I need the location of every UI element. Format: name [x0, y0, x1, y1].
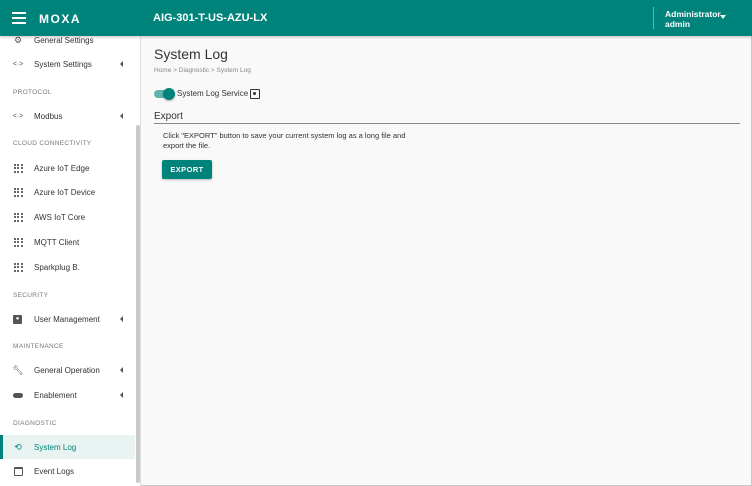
grid-icon — [13, 163, 23, 173]
grid-icon — [13, 237, 23, 247]
sidebar-item-label: Sparkplug B. — [34, 262, 80, 272]
sidebar-item-system-settings[interactable]: <·> System Settings — [0, 52, 135, 76]
sidebar-scrollbar[interactable] — [136, 125, 140, 483]
sidebar-item-general-settings[interactable]: ⚙ General Settings — [0, 36, 135, 52]
wrench-icon: 🔧︎ — [12, 364, 24, 375]
grid-icon — [13, 187, 23, 197]
top-bar: MOXA AIG-301-T-US-AZU-LX Administrator a… — [0, 0, 752, 36]
sidebar-item-label: Azure IoT Edge — [34, 163, 90, 173]
sidebar-item-label: General Operation — [34, 365, 100, 375]
export-section-title: Export — [154, 111, 183, 122]
section-header-diagnostic: DIAGNOSTIC — [13, 420, 57, 427]
calendar-icon — [13, 466, 23, 476]
user-divider — [653, 7, 654, 29]
user-role: Administrator — [665, 9, 721, 19]
sidebar-item-azure-iot-device[interactable]: Azure IoT Device — [0, 180, 135, 204]
sidebar-item-azure-iot-edge[interactable]: Azure IoT Edge — [0, 156, 135, 180]
user-badge-icon: ● — [13, 314, 22, 324]
export-button[interactable]: EXPORT — [162, 160, 212, 179]
sidebar-item-system-log[interactable]: ⟲ System Log — [0, 435, 135, 459]
sidebar-item-mqtt-client[interactable]: MQTT Client — [0, 230, 135, 254]
section-divider — [154, 123, 740, 124]
user-menu[interactable]: Administrator admin — [665, 9, 721, 29]
toggle-icon — [13, 390, 23, 400]
section-header-security: SECURITY — [13, 292, 49, 299]
sidebar-item-aws-iot-core[interactable]: AWS IoT Core — [0, 205, 135, 229]
sidebar-item-label: Enablement — [34, 390, 77, 400]
section-header-cloud-connectivity: CLOUD CONNECTIVITY — [13, 140, 92, 147]
sidebar-item-label: Modbus — [34, 111, 63, 121]
sidebar-item-general-operation[interactable]: 🔧︎ General Operation — [0, 358, 135, 382]
chevron-left-icon — [120, 392, 123, 398]
device-name: AIG-301-T-US-AZU-LX — [153, 12, 268, 24]
sidebar-item-user-management[interactable]: ● User Management — [0, 307, 135, 331]
sidebar-item-modbus[interactable]: <·> Modbus — [0, 104, 135, 128]
chevron-left-icon — [120, 113, 123, 119]
user-name: admin — [665, 19, 691, 29]
sidebar-item-label: Azure IoT Device — [34, 187, 96, 197]
sidebar-item-label: User Management — [34, 314, 100, 324]
chevron-left-icon — [120, 316, 123, 322]
breadcrumb: Home > Diagnostic > System Log — [154, 67, 251, 74]
gear-icon: ⚙ — [13, 36, 23, 45]
export-description: Click "EXPORT" button to save your curre… — [163, 131, 406, 150]
grid-icon — [13, 212, 23, 222]
page-title: System Log — [154, 46, 228, 62]
moxa-logo: MOXA — [39, 12, 81, 26]
sidebar-item-enablement[interactable]: Enablement — [0, 383, 135, 407]
system-log-service-label: System Log Service — [177, 89, 249, 98]
sidebar: ⚙ General Settings <·> System Settings P… — [0, 36, 141, 486]
code-icon: <·> — [12, 60, 24, 68]
system-log-service-toggle[interactable] — [154, 88, 175, 100]
section-header-protocol: PROTOCOL — [13, 89, 52, 96]
settings-icon[interactable] — [250, 89, 260, 99]
chevron-left-icon — [120, 367, 123, 373]
section-header-maintenance: MAINTENANCE — [13, 343, 64, 350]
toggle-thumb — [163, 88, 175, 100]
sidebar-item-label: MQTT Client — [34, 237, 80, 247]
sidebar-item-label: System Log — [34, 442, 77, 452]
sidebar-item-label: General Settings — [34, 36, 94, 45]
user-dropdown-icon[interactable] — [720, 15, 726, 19]
code-icon: <·> — [12, 112, 24, 120]
history-icon: ⟲ — [14, 441, 22, 452]
chevron-left-icon — [120, 61, 123, 67]
sidebar-item-event-logs[interactable]: Event Logs — [0, 459, 135, 483]
sidebar-item-label: AWS IoT Core — [34, 212, 86, 222]
sidebar-item-sparkplug-b[interactable]: Sparkplug B. — [0, 255, 135, 279]
sidebar-item-label: Event Logs — [34, 466, 75, 476]
hamburger-menu-icon[interactable] — [12, 12, 26, 24]
sidebar-item-label: System Settings — [34, 59, 92, 69]
grid-icon — [13, 262, 23, 272]
